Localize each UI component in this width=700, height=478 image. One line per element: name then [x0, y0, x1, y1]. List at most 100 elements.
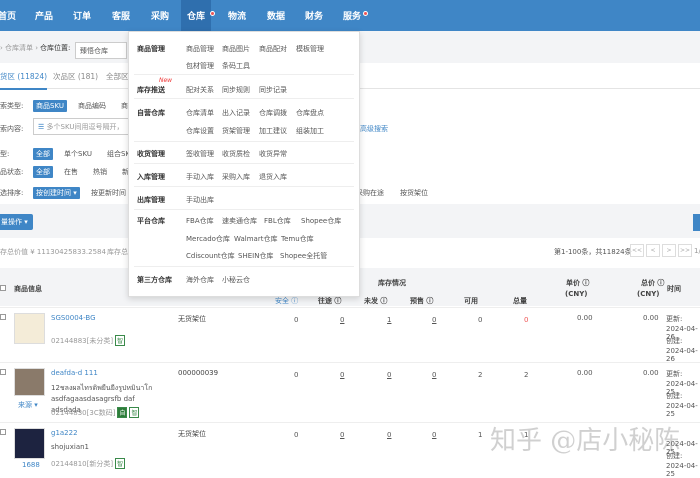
menu-item[interactable]: 商品管理 [186, 44, 214, 54]
action-button[interactable] [693, 214, 700, 231]
type-combo[interactable]: 组合SK [107, 149, 130, 159]
product-image[interactable] [14, 313, 45, 344]
nav-finance[interactable]: 财务 [305, 9, 323, 22]
nav-service[interactable]: 客服 [112, 9, 130, 22]
filter-code[interactable]: 商品编码 [78, 101, 106, 111]
source-dropdown[interactable]: 来源 ▾ [18, 400, 38, 410]
first-page-button[interactable]: << [630, 244, 644, 257]
nav-products[interactable]: 产品 [35, 9, 53, 22]
unshipped-qty[interactable]: 1 [387, 316, 391, 324]
menu-item[interactable]: 签收管理 [186, 149, 214, 159]
breadcrumb[interactable]: › 仓库清单 › [0, 43, 38, 53]
product-sku[interactable]: deafda-d 111 [51, 369, 98, 377]
filter-sku[interactable]: 商品SKU [33, 100, 67, 112]
menu-item[interactable]: 出入记录 [222, 108, 250, 118]
product-image[interactable] [14, 368, 45, 396]
divider [134, 266, 354, 267]
menu-item[interactable]: 同步记录 [259, 85, 287, 95]
nav-services[interactable]: 服务 [343, 9, 361, 22]
menu-item[interactable]: Walmart仓库 [234, 234, 277, 244]
product-sku[interactable]: g1a222 [51, 429, 78, 437]
new-tag: New [159, 77, 173, 84]
menu-item[interactable]: 商品配对 [259, 44, 287, 54]
menu-item[interactable]: 同步规则 [222, 85, 250, 95]
tab-defective[interactable]: 次品区 (181) [53, 71, 98, 82]
menu-item[interactable]: 条码工具 [222, 61, 250, 71]
menu-item[interactable]: 货架管理 [222, 126, 250, 136]
menu-item[interactable]: 商品图片 [222, 44, 250, 54]
menu-item[interactable]: 包材管理 [186, 61, 214, 71]
menu-item[interactable]: 手动入库 [186, 172, 214, 182]
next-page-button[interactable]: > [662, 244, 676, 257]
menu-item[interactable]: 收货异常 [259, 149, 287, 159]
notification-dot [210, 11, 215, 16]
menu-item[interactable]: SHEIN仓库 [238, 251, 273, 261]
tab-all[interactable]: 全部区 [106, 71, 129, 82]
menu-item[interactable]: 组装加工 [296, 126, 324, 136]
menu-item[interactable]: 仓库设置 [186, 126, 214, 136]
search-input[interactable]: ☰ 多个SKU间用逗号隔开， [33, 118, 133, 135]
select-all-checkbox[interactable] [0, 285, 6, 291]
nav-warehouse[interactable]: 仓库 [181, 0, 212, 31]
transit-qty[interactable]: 0 [340, 371, 344, 379]
menu-item[interactable]: FBL仓库 [264, 216, 291, 226]
menu-item[interactable]: 仓库调拨 [259, 108, 287, 118]
menu-item[interactable]: 速卖通仓库 [222, 216, 257, 226]
menu-item[interactable]: 仓库清单 [186, 108, 214, 118]
row-checkbox[interactable] [0, 429, 6, 435]
bulk-action-button[interactable]: 量操作 ▾ [0, 214, 33, 230]
filter-more[interactable]: 商 [121, 101, 128, 111]
product-sku[interactable]: SGS0004-BG [51, 314, 96, 322]
location-select[interactable]: 臻悟仓库 [75, 42, 127, 59]
pagination-summary: 第1-100条，共11824条 [554, 248, 632, 256]
type-single[interactable]: 单个SKU [64, 149, 92, 159]
menu-item[interactable]: 加工建议 [259, 126, 287, 136]
presale-qty[interactable]: 0 [432, 371, 436, 379]
presale-qty[interactable]: 0 [432, 316, 436, 324]
prev-page-button[interactable]: < [646, 244, 660, 257]
menu-item[interactable]: 配对关系 [186, 85, 214, 95]
last-page-button[interactable]: >> [678, 244, 692, 257]
menu-item[interactable]: 手动出库 [186, 195, 214, 205]
advanced-search-link[interactable]: 高级搜索 [360, 124, 388, 134]
menu-item[interactable]: 模板管理 [296, 44, 324, 54]
row-checkbox[interactable] [0, 314, 6, 320]
menu-item[interactable]: Shopee全托管 [280, 251, 327, 261]
status-all[interactable]: 全部 [33, 166, 53, 178]
menu-item[interactable]: Temu仓库 [281, 234, 314, 244]
status-hot[interactable]: 热销 [93, 167, 107, 177]
transit-qty[interactable]: 0 [340, 431, 344, 439]
status-label: 品状态: [0, 168, 24, 176]
header-total-price: 总价 ⓘ [641, 279, 665, 287]
menu-item[interactable]: 退货入库 [259, 172, 287, 182]
menu-item[interactable]: 仓库盘点 [296, 108, 324, 118]
menu-item[interactable]: Shopee仓库 [301, 216, 341, 226]
product-image[interactable] [14, 428, 45, 459]
presale-qty[interactable]: 0 [432, 431, 436, 439]
nav-purchase[interactable]: 采购 [151, 9, 169, 22]
sort-created[interactable]: 按创建时间 ▾ [33, 187, 80, 199]
nav-orders[interactable]: 订单 [73, 9, 91, 22]
top-nav-bar: 首页 产品 订单 客服 采购 仓库 物流 数据 财务 服务 [0, 0, 700, 31]
menu-item[interactable]: Cdiscount仓库 [186, 251, 235, 261]
sort-shelf[interactable]: 按货架位 [400, 188, 428, 198]
unshipped-qty[interactable]: 0 [387, 431, 391, 439]
menu-item[interactable]: 收货质检 [222, 149, 250, 159]
row-checkbox[interactable] [0, 369, 6, 375]
nav-logistics[interactable]: 物流 [228, 9, 246, 22]
unshipped-qty[interactable]: 0 [387, 371, 391, 379]
type-all[interactable]: 全部 [33, 148, 53, 160]
menu-item[interactable]: FBA仓库 [186, 216, 214, 226]
sort-updated[interactable]: 按更新时间 [91, 188, 126, 198]
smart-badge: 智 [129, 407, 140, 418]
status-onsale[interactable]: 在售 [64, 167, 78, 177]
menu-item[interactable]: 海外仓库 [186, 275, 214, 285]
nav-data[interactable]: 数据 [267, 9, 285, 22]
sort-transit[interactable]: 采购在途 [356, 188, 384, 198]
nav-home[interactable]: 首页 [0, 9, 16, 22]
menu-item[interactable]: 小秘云仓 [222, 275, 250, 285]
menu-item[interactable]: 采购入库 [222, 172, 250, 182]
menu-item[interactable]: Mercado仓库 [186, 234, 230, 244]
tab-good[interactable]: 货区 (11824) [0, 71, 48, 90]
transit-qty[interactable]: 0 [340, 316, 344, 324]
